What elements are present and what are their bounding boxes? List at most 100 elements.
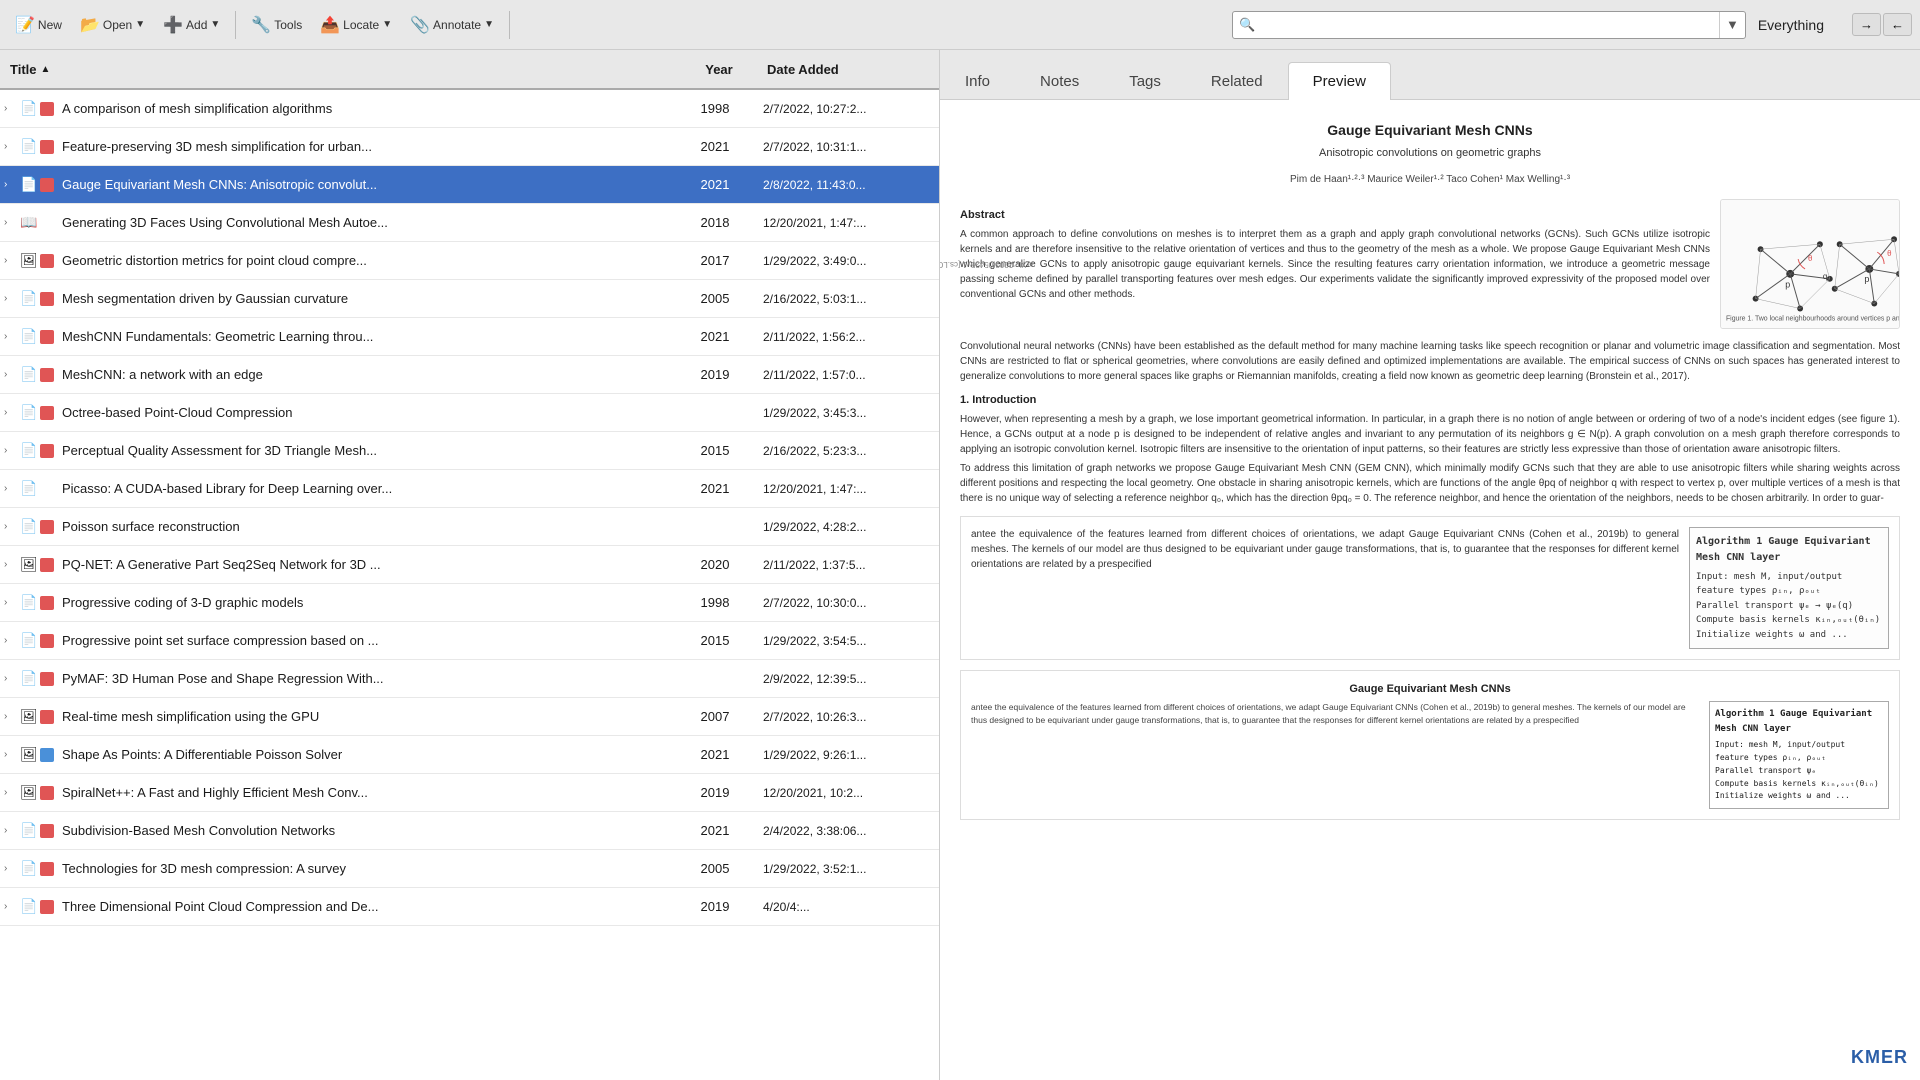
new-icon: 📝 xyxy=(15,15,35,35)
search-input[interactable] xyxy=(1261,17,1719,32)
color-dot xyxy=(40,216,54,230)
expand-button[interactable]: › xyxy=(4,825,20,836)
table-row[interactable]: › 📄 MeshCNN Fundamentals: Geometric Lear… xyxy=(0,318,939,356)
expand-button[interactable]: › xyxy=(4,141,20,152)
expand-button[interactable]: › xyxy=(4,711,20,722)
entry-year: 1998 xyxy=(675,595,755,610)
add-icon: ➕ xyxy=(163,15,183,35)
table-row[interactable]: › 📄 A comparison of mesh simplification … xyxy=(0,90,939,128)
add-button[interactable]: ➕ Add ▼ xyxy=(156,10,227,40)
expand-button[interactable]: › xyxy=(4,901,20,912)
expand-button[interactable]: › xyxy=(4,217,20,228)
table-row[interactable]: › 📄 Gauge Equivariant Mesh CNNs: Anisotr… xyxy=(0,166,939,204)
table-row[interactable]: › 📄 Picasso: A CUDA-based Library for De… xyxy=(0,470,939,508)
tab-info[interactable]: Info xyxy=(940,62,1015,100)
table-row[interactable]: › 🖼 Geometric distortion metrics for poi… xyxy=(0,242,939,280)
expand-button[interactable]: › xyxy=(4,483,20,494)
table-row[interactable]: › 📄 Perceptual Quality Assessment for 3D… xyxy=(0,432,939,470)
table-row[interactable]: › 📄 Progressive coding of 3-D graphic mo… xyxy=(0,584,939,622)
new-label: New xyxy=(38,18,62,32)
tab-related[interactable]: Related xyxy=(1186,62,1288,100)
entry-type-icon: 🖼 xyxy=(20,784,40,801)
entry-title: PyMAF: 3D Human Pose and Shape Regressio… xyxy=(58,671,675,686)
svg-text:p: p xyxy=(1785,279,1790,289)
entry-year: 2018 xyxy=(675,215,755,230)
entry-list[interactable]: › 📄 A comparison of mesh simplification … xyxy=(0,90,939,1080)
svg-text:q: q xyxy=(1823,271,1827,280)
entry-type-icon: 📄 xyxy=(20,632,40,649)
table-row[interactable]: › 📄 Octree-based Point-Cloud Compression… xyxy=(0,394,939,432)
expand-button[interactable]: › xyxy=(4,293,20,304)
bottom-section: antee the equivalence of the features le… xyxy=(960,516,1900,660)
table-row[interactable]: › 📄 Three Dimensional Point Cloud Compre… xyxy=(0,888,939,926)
date-column-header[interactable]: Date Added xyxy=(759,62,939,77)
svg-text:p: p xyxy=(1864,273,1869,283)
nav-forward-button[interactable]: → xyxy=(1852,13,1881,36)
table-row[interactable]: › 📄 Mesh segmentation driven by Gaussian… xyxy=(0,280,939,318)
table-row[interactable]: › 🖼 Shape As Points: A Differentiable Po… xyxy=(0,736,939,774)
table-row[interactable]: › 📄 Subdivision-Based Mesh Convolution N… xyxy=(0,812,939,850)
entry-type-icon: 📄 xyxy=(20,138,40,155)
entry-year: 2020 xyxy=(675,557,755,572)
expand-button[interactable]: › xyxy=(4,255,20,266)
expand-button[interactable]: › xyxy=(4,635,20,646)
table-row[interactable]: › 🖼 PQ-NET: A Generative Part Seq2Seq Ne… xyxy=(0,546,939,584)
svg-text:θ: θ xyxy=(1887,249,1891,258)
expand-button[interactable]: › xyxy=(4,521,20,532)
tab-preview[interactable]: Preview xyxy=(1288,62,1391,100)
entry-type-icon: 🖼 xyxy=(20,252,40,269)
tab-tags[interactable]: Tags xyxy=(1104,62,1186,100)
tools-button[interactable]: 🔧 Tools xyxy=(244,10,309,40)
expand-button[interactable]: › xyxy=(4,597,20,608)
open-icon: 📂 xyxy=(80,15,100,35)
expand-button[interactable]: › xyxy=(4,103,20,114)
second-page-title: Gauge Equivariant Mesh CNNs xyxy=(971,681,1889,698)
table-row[interactable]: › 📄 Technologies for 3D mesh compression… xyxy=(0,850,939,888)
entry-year: 2019 xyxy=(675,367,755,382)
arxiv-stamp: arXiv:2003.05425v1 [cs.LG] 11 Mar 2020 xyxy=(940,258,1034,270)
color-dot xyxy=(40,140,54,154)
library-pane: Title ▲ Year Date Added › 📄 A comparison… xyxy=(0,50,940,1080)
table-row[interactable]: › 📄 Poisson surface reconstruction 1/29/… xyxy=(0,508,939,546)
new-button[interactable]: 📝 New xyxy=(8,10,69,40)
locate-button[interactable]: 📤 Locate ▼ xyxy=(313,10,399,40)
entry-title: Gauge Equivariant Mesh CNNs: Anisotropic… xyxy=(58,177,675,192)
table-row[interactable]: › 📄 PyMAF: 3D Human Pose and Shape Regre… xyxy=(0,660,939,698)
entry-title: Generating 3D Faces Using Convolutional … xyxy=(58,215,675,230)
entry-type-icon: 📄 xyxy=(20,290,40,307)
second-page-text: antee the equivalence of the features le… xyxy=(971,701,1701,809)
title-column-header[interactable]: Title ▲ xyxy=(0,62,679,77)
table-row[interactable]: › 📄 MeshCNN: a network with an edge 2019… xyxy=(0,356,939,394)
expand-button[interactable]: › xyxy=(4,749,20,760)
expand-button[interactable]: › xyxy=(4,369,20,380)
expand-button[interactable]: › xyxy=(4,673,20,684)
nav-back-button[interactable]: ← xyxy=(1883,13,1912,36)
year-column-header[interactable]: Year xyxy=(679,62,759,77)
expand-button[interactable]: › xyxy=(4,559,20,570)
table-row[interactable]: › 🖼 Real-time mesh simplification using … xyxy=(0,698,939,736)
entry-date: 2/7/2022, 10:31:1... xyxy=(755,140,935,154)
paper-title: Gauge Equivariant Mesh CNNs xyxy=(960,120,1900,141)
table-row[interactable]: › 📄 Progressive point set surface compre… xyxy=(0,622,939,660)
table-row[interactable]: › 📖 Generating 3D Faces Using Convolutio… xyxy=(0,204,939,242)
color-dot xyxy=(40,330,54,344)
search-filter-dropdown[interactable]: ▼ xyxy=(1719,12,1745,38)
tools-label: Tools xyxy=(274,18,302,32)
entry-title: Octree-based Point-Cloud Compression xyxy=(58,405,675,420)
table-row[interactable]: › 📄 Feature-preserving 3D mesh simplific… xyxy=(0,128,939,166)
open-button[interactable]: 📂 Open ▼ xyxy=(73,10,152,40)
expand-button[interactable]: › xyxy=(4,863,20,874)
expand-button[interactable]: › xyxy=(4,407,20,418)
annotate-button[interactable]: 📎 Annotate ▼ xyxy=(403,10,501,40)
entry-title: Progressive point set surface compressio… xyxy=(58,633,675,648)
color-dot xyxy=(40,102,54,116)
tab-notes[interactable]: Notes xyxy=(1015,62,1104,100)
expand-button[interactable]: › xyxy=(4,179,20,190)
expand-button[interactable]: › xyxy=(4,445,20,456)
expand-button[interactable]: › xyxy=(4,331,20,342)
expand-button[interactable]: › xyxy=(4,787,20,798)
table-row[interactable]: › 🖼 SpiralNet++: A Fast and Highly Effic… xyxy=(0,774,939,812)
entry-year: 2015 xyxy=(675,633,755,648)
entry-year: 2021 xyxy=(675,329,755,344)
intro-text-3: To address this limitation of graph netw… xyxy=(960,461,1900,506)
